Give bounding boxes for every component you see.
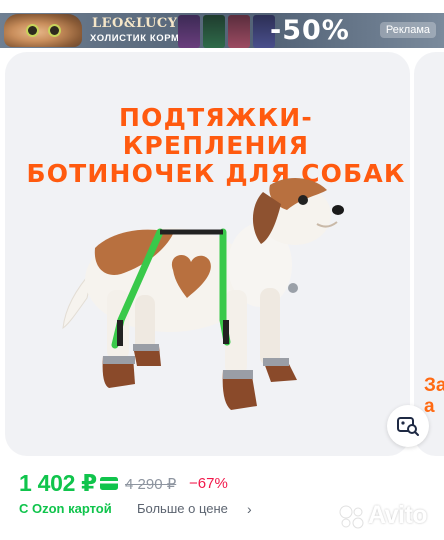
headline-line: ПОДТЯЖКИ-КРЕПЛЕНИЯ [119, 103, 313, 160]
ad-subtitle: ХОЛИСТИК КОРМ [90, 33, 180, 44]
food-pack [203, 15, 225, 48]
next-card-peek: За а [424, 375, 444, 417]
ad-banner[interactable]: LEO&LUCY ХОЛИСТИК КОРМ -50% Реклама [0, 13, 444, 48]
ozon-card-icon [100, 477, 118, 490]
image-search-button[interactable] [387, 405, 429, 447]
chevron-right-icon[interactable]: › [247, 501, 252, 517]
more-about-price-link[interactable]: Больше о цене [137, 501, 228, 516]
avito-watermark: Avito [368, 501, 428, 529]
dog-illustration [62, 177, 344, 410]
food-pack [228, 15, 250, 48]
cat-photo [4, 14, 82, 47]
ad-discount: -50% [270, 15, 350, 46]
ad-label[interactable]: Реклама [379, 22, 436, 38]
old-price: 4 290 ₽ [125, 476, 177, 493]
ad-brand: LEO&LUCY [92, 16, 178, 31]
ozon-card-label: С Ozon картой [19, 501, 112, 516]
image-search-icon [397, 417, 419, 436]
food-pack [178, 15, 200, 48]
avito-logo-icon [339, 505, 364, 529]
current-price: 1 402 ₽ [19, 470, 97, 496]
discount-percent: −67% [189, 475, 228, 492]
